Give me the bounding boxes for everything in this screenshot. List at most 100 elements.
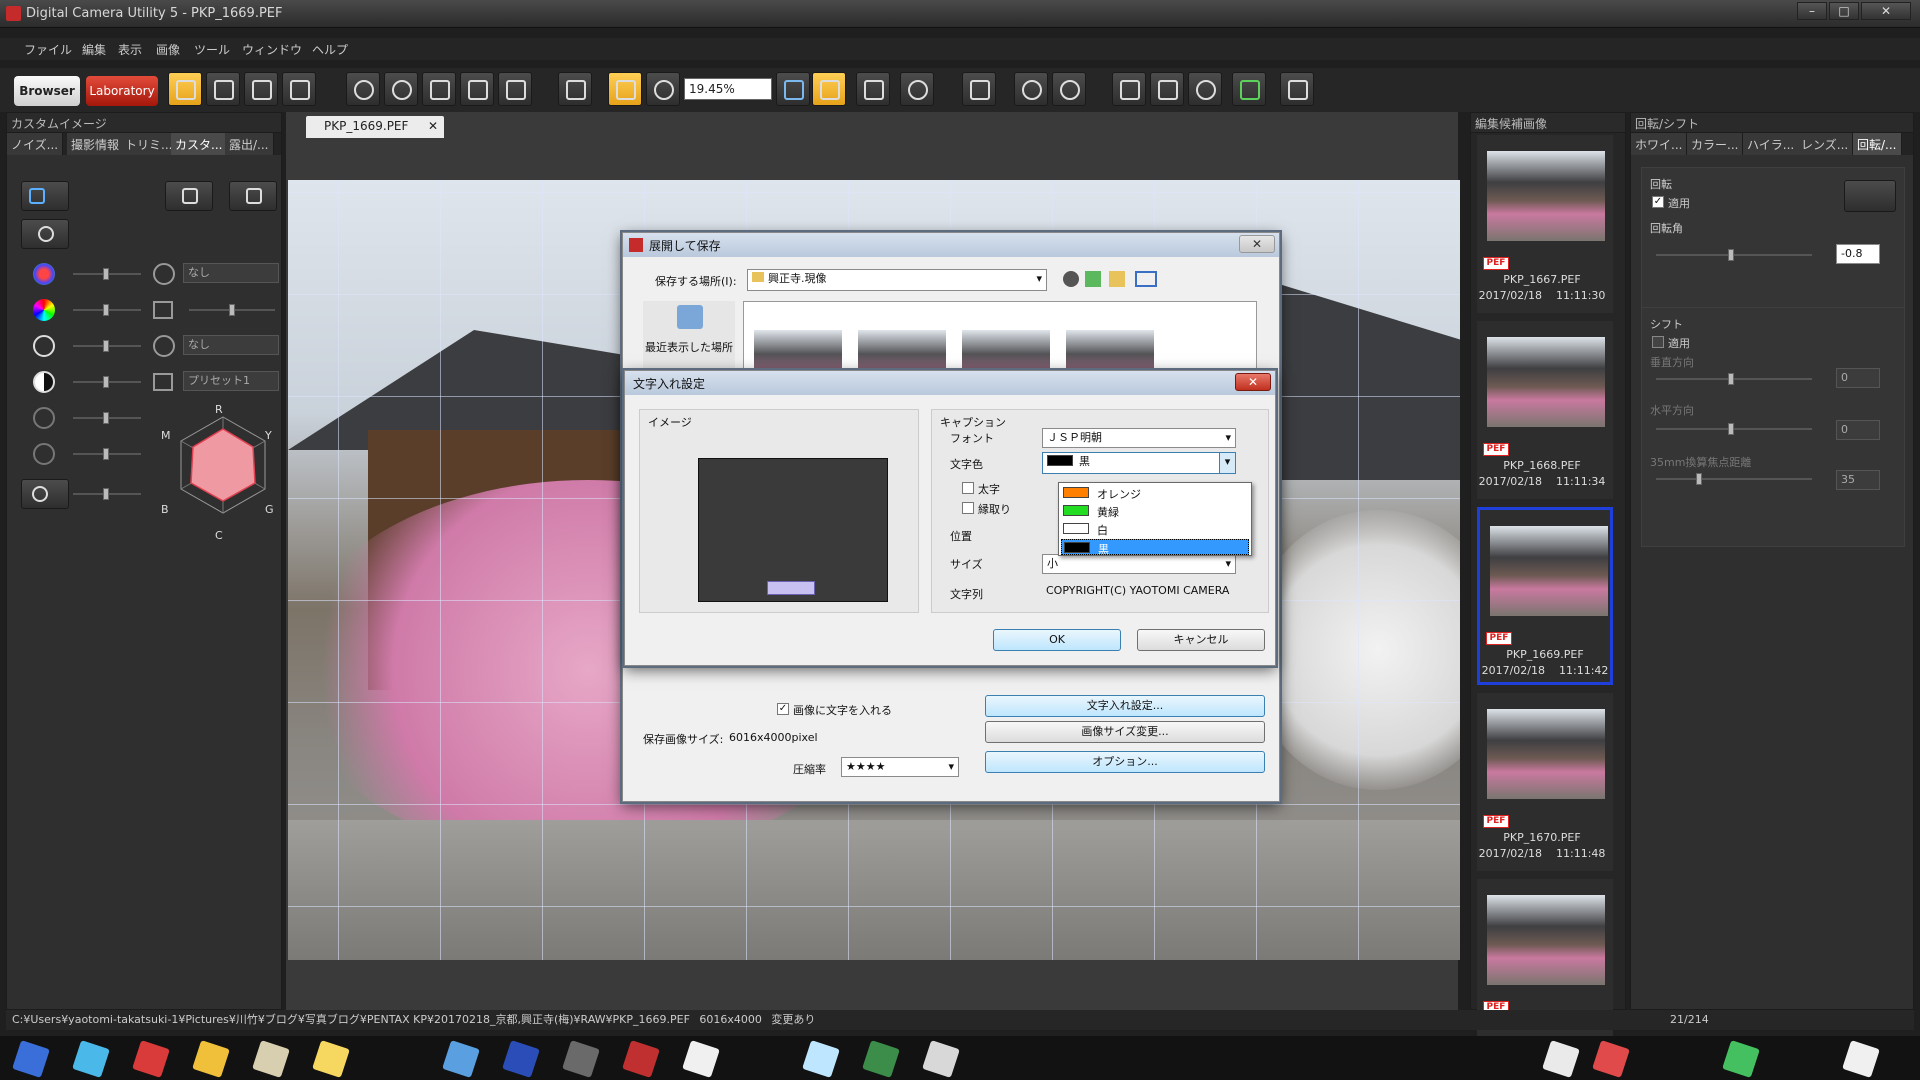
menu-file[interactable]: ファイル: [24, 41, 72, 58]
tab-color[interactable]: カラー...: [1687, 133, 1744, 155]
close-button[interactable]: ✕: [1861, 2, 1911, 20]
file-list[interactable]: [743, 301, 1257, 378]
save-dialog-close[interactable]: ✕: [1239, 235, 1275, 253]
color-dropdown-arrow[interactable]: ▾: [1219, 453, 1235, 473]
slider-7[interactable]: [73, 448, 141, 460]
size-select[interactable]: 小 ▾: [1042, 554, 1236, 574]
reset-icon[interactable]: [498, 72, 532, 106]
eye-icon[interactable]: [1188, 72, 1222, 106]
color-option-orange[interactable]: オレンジ: [1061, 485, 1249, 501]
stamp-icon[interactable]: [962, 72, 996, 106]
maximize-button[interactable]: □: [1829, 2, 1859, 20]
focal-input[interactable]: 35: [1836, 470, 1880, 490]
zoom-icon[interactable]: [646, 72, 680, 106]
shift-apply-checkbox[interactable]: [1652, 336, 1664, 348]
thumbnail-item[interactable]: PEF: [1477, 879, 1613, 1057]
tab-highlight[interactable]: ハイラ...: [1743, 133, 1800, 155]
thumbnail-item[interactable]: PEF PKP_1667.PEF 2017/02/18 11:11:30: [1477, 135, 1613, 313]
undo-icon[interactable]: [346, 72, 380, 106]
taskbar-app-icon[interactable]: [442, 1040, 480, 1078]
color-option-black[interactable]: 黒: [1061, 539, 1249, 556]
taskbar-app-icon[interactable]: [12, 1040, 50, 1078]
tray-icon[interactable]: [1542, 1040, 1580, 1078]
taskbar-app-icon[interactable]: [922, 1040, 960, 1078]
text-settings-button[interactable]: 文字入れ設定...: [985, 695, 1265, 717]
view-menu-icon[interactable]: [1135, 271, 1157, 287]
new-folder-icon[interactable]: [1109, 271, 1125, 287]
taskbar-app-icon[interactable]: [622, 1040, 660, 1078]
compare-icon[interactable]: [856, 72, 890, 106]
dropdown-1[interactable]: なし: [183, 263, 279, 283]
tab-rotate[interactable]: 回転/...: [1853, 133, 1902, 155]
pen-icon[interactable]: [1150, 72, 1184, 106]
horizontal-input[interactable]: 0: [1836, 420, 1880, 440]
menu-image[interactable]: 画像: [156, 41, 180, 58]
up-folder-icon[interactable]: [1085, 271, 1101, 287]
taskbar-app-icon[interactable]: [502, 1040, 540, 1078]
rotation-apply-checkbox[interactable]: ✓: [1652, 196, 1664, 208]
taskbar-app-icon[interactable]: [192, 1040, 230, 1078]
tab-exposure[interactable]: 露出/...: [225, 133, 274, 155]
apply-icon[interactable]: [460, 72, 494, 106]
history-icon[interactable]: [422, 72, 456, 106]
tray-icon[interactable]: [1842, 1040, 1880, 1078]
taskbar-app-icon[interactable]: [862, 1040, 900, 1078]
font-select[interactable]: ＪＳＰ明朝 ▾: [1042, 428, 1236, 448]
slider-5[interactable]: [73, 376, 141, 388]
print-icon[interactable]: [282, 72, 316, 106]
slider-6[interactable]: [73, 412, 141, 424]
bold-checkbox[interactable]: [962, 482, 974, 494]
tab-trimming[interactable]: トリミ...: [121, 133, 178, 155]
color-icon[interactable]: [1232, 72, 1266, 106]
zoom-input[interactable]: 19.45%: [684, 78, 772, 100]
redo-icon[interactable]: [384, 72, 418, 106]
angle-slider[interactable]: [1656, 249, 1812, 261]
globe-icon[interactable]: [21, 219, 69, 249]
link-icon[interactable]: [900, 72, 934, 106]
slider-2[interactable]: [73, 304, 141, 316]
menu-help[interactable]: ヘルプ: [312, 41, 348, 58]
slider-1[interactable]: [73, 268, 141, 280]
options-button[interactable]: オプション...: [985, 751, 1265, 773]
tray-icon[interactable]: [1592, 1040, 1630, 1078]
minimize-button[interactable]: –: [1797, 2, 1827, 20]
location-select[interactable]: 興正寺.現像 ▾: [747, 269, 1047, 291]
color-select[interactable]: 黒 ▾: [1042, 452, 1236, 474]
tab-noise[interactable]: ノイズ...: [7, 133, 64, 155]
text-in-image-checkbox[interactable]: ✓: [777, 703, 789, 715]
thumbnail-item[interactable]: PEF PKP_1668.PEF 2017/02/18 11:11:34: [1477, 321, 1613, 499]
folder-icon[interactable]: [776, 72, 810, 106]
grid-select-icon[interactable]: [1280, 72, 1314, 106]
focal-slider[interactable]: [1656, 473, 1812, 485]
slider-4[interactable]: [73, 340, 141, 352]
ok-button[interactable]: OK: [993, 629, 1121, 651]
sharpness-icon[interactable]: [21, 479, 69, 509]
tray-icon[interactable]: [1722, 1040, 1760, 1078]
color-option-white[interactable]: 白: [1061, 521, 1249, 537]
slider-3[interactable]: [189, 304, 275, 316]
dropdown-3[interactable]: プリセット1: [183, 371, 279, 391]
save-icon[interactable]: [168, 72, 202, 106]
outline-checkbox[interactable]: [962, 502, 974, 514]
color-option-yellowgreen[interactable]: 黄緑: [1061, 503, 1249, 519]
cancel-button[interactable]: キャンセル: [1137, 629, 1265, 651]
tab-shooting-info[interactable]: 撮影情報: [67, 133, 125, 155]
thumbnail-item[interactable]: PEF PKP_1669.PEF 2017/02/18 11:11:42: [1477, 507, 1613, 685]
resize-button[interactable]: 画像サイズ変更...: [985, 721, 1265, 743]
gear-icon[interactable]: [1014, 72, 1048, 106]
help-icon[interactable]: [1052, 72, 1086, 106]
screen-icon[interactable]: [229, 181, 277, 211]
horizontal-slider[interactable]: [1656, 423, 1812, 435]
menu-edit[interactable]: 編集: [82, 41, 106, 58]
image-tab[interactable]: PKP_1669.PEF ✕: [306, 116, 444, 138]
menu-tools[interactable]: ツール: [194, 41, 230, 58]
batch-icon[interactable]: [244, 72, 278, 106]
dropdown-2[interactable]: なし: [183, 335, 279, 355]
thumbnail-item[interactable]: PEF PKP_1670.PEF 2017/02/18 11:11:48: [1477, 693, 1613, 871]
rotate-tool-icon[interactable]: [1844, 180, 1896, 212]
taskbar-app-icon[interactable]: [802, 1040, 840, 1078]
text-dialog-close[interactable]: ✕: [1235, 373, 1271, 391]
layout-icon[interactable]: [558, 72, 592, 106]
menu-window[interactable]: ウィンドウ: [242, 41, 302, 58]
taskbar-app-icon[interactable]: [562, 1040, 600, 1078]
